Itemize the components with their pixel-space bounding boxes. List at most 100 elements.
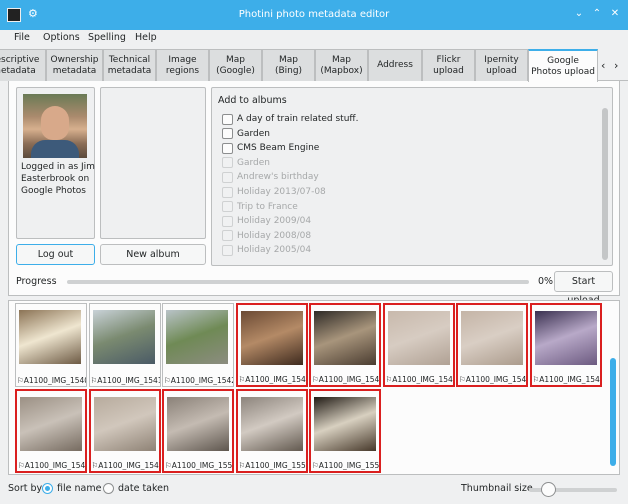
close-icon[interactable]: ✕ bbox=[607, 6, 623, 22]
thumbnail-image bbox=[20, 397, 82, 451]
thumbnail-caption: ⚐A1100_IMG_1542 bbox=[164, 376, 233, 385]
thumbnail-area: ⚐A1100_IMG_1540 ⚐A1100_IMG_1541 ⚐A1100_IMG… bbox=[8, 300, 620, 475]
album-label: A day of train related stuff. bbox=[237, 114, 359, 124]
tab-technical-metadata[interactable]: Technical metadata bbox=[103, 49, 156, 81]
tab-image-regions[interactable]: Image regions bbox=[156, 49, 209, 81]
album-label: Garden bbox=[237, 157, 270, 168]
album-info-box bbox=[100, 87, 206, 239]
sort-date-taken-label[interactable]: date taken bbox=[118, 483, 169, 494]
flag-icon: ⚐ bbox=[17, 376, 24, 385]
thumbnail-caption: ⚐A1100_IMG_1545 bbox=[385, 375, 453, 384]
albums-scrollbar[interactable] bbox=[602, 108, 608, 260]
thumbnail[interactable]: ⚐A1100_IMG_1551 bbox=[235, 389, 308, 473]
tab-map-mapbox[interactable]: Map (Mapbox) bbox=[315, 49, 368, 81]
thumbnail-image bbox=[167, 397, 229, 451]
chevron-down-icon[interactable]: ⌄ bbox=[571, 6, 587, 22]
title-bar: ⚙ Photini photo metadata editor ⌄ ⌃ ✕ bbox=[0, 0, 628, 30]
album-checkbox[interactable] bbox=[222, 128, 233, 140]
album-checkbox bbox=[222, 171, 233, 183]
tab-address[interactable]: Address bbox=[368, 49, 422, 81]
thumbnail-image bbox=[92, 310, 155, 364]
album-checkbox bbox=[222, 215, 233, 227]
thumbnail[interactable]: ⚐A1100_IMG_1544 bbox=[309, 303, 381, 387]
album-checkbox bbox=[222, 201, 233, 213]
album-label: Holiday 2008/08 bbox=[237, 230, 312, 241]
thumbnail[interactable]: ⚐A1100_IMG_1543 bbox=[235, 303, 308, 387]
album-item: Garden bbox=[222, 156, 270, 170]
sort-file-name-label[interactable]: file name bbox=[57, 483, 101, 494]
album-checkbox[interactable] bbox=[222, 142, 233, 154]
flag-icon: ⚐ bbox=[312, 375, 319, 384]
tab-map-bing[interactable]: Map (Bing) bbox=[262, 49, 315, 81]
tab-descriptive-metadata[interactable]: Descriptive metadata bbox=[0, 49, 46, 81]
new-album-button[interactable]: New album bbox=[100, 244, 206, 265]
tab-ipernity-upload[interactable]: Ipernity upload bbox=[475, 49, 528, 81]
tab-google-photos-upload[interactable]: Google Photos upload bbox=[528, 49, 598, 82]
album-label: Garden bbox=[237, 128, 270, 139]
thumbnail[interactable]: ⚐A1100_IMG_1541 bbox=[88, 303, 161, 387]
album-label: Holiday 2013/07-08 bbox=[237, 187, 326, 197]
thumbnail-image bbox=[314, 311, 376, 365]
thumbnail-scrollbar[interactable] bbox=[610, 358, 616, 466]
flag-icon: ⚐ bbox=[312, 461, 319, 470]
log-out-button[interactable]: Log out bbox=[16, 244, 95, 265]
album-checkbox bbox=[222, 186, 233, 198]
thumbnail-caption: ⚐A1100_IMG_1546 bbox=[459, 375, 526, 384]
thumbnail-caption: ⚐A1100_IMG_1543 bbox=[238, 375, 306, 384]
thumbnail-caption: ⚐A1100_IMG_1541 bbox=[90, 376, 160, 385]
album-checkbox bbox=[222, 157, 233, 169]
menu-bar: File Options Spelling Help bbox=[0, 30, 628, 47]
tab-ownership-metadata[interactable]: Ownership metadata bbox=[46, 49, 103, 81]
thumbnail[interactable]: ⚐A1100_IMG_1548 bbox=[15, 389, 87, 473]
thumbnail[interactable]: ⚐A1100_IMG_1550 bbox=[162, 389, 234, 473]
thumbnail-image bbox=[387, 311, 450, 365]
thumbnail[interactable]: ⚐A1100_IMG_1545 bbox=[382, 303, 455, 387]
tab-map-google[interactable]: Map (Google) bbox=[209, 49, 262, 81]
thumbnail[interactable]: ⚐A1100_IMG_1549 bbox=[88, 389, 161, 473]
album-item: Holiday 2009/04 bbox=[222, 214, 311, 228]
thumbnail-caption: ⚐A1100_IMG_1552 bbox=[312, 461, 379, 470]
sort-file-name-radio[interactable] bbox=[42, 483, 53, 494]
thumbnail-caption: ⚐A1100_IMG_1551 bbox=[238, 461, 306, 470]
progress-bar bbox=[67, 280, 529, 284]
account-box: Logged in as Jim Easterbrook on Google P… bbox=[16, 87, 95, 239]
album-item: Holiday 2013/07-08 bbox=[222, 185, 326, 199]
flag-icon: ⚐ bbox=[18, 461, 25, 470]
start-upload-button[interactable]: Start upload bbox=[554, 271, 613, 306]
chevron-up-icon[interactable]: ⌃ bbox=[589, 6, 605, 22]
album-item: Trip to France bbox=[222, 200, 298, 214]
thumbnail-size-handle[interactable] bbox=[541, 482, 556, 497]
thumbnail[interactable]: ⚐A1100_IMG_1552 bbox=[309, 389, 381, 473]
login-status: Logged in as Jim Easterbrook on Google P… bbox=[21, 162, 95, 196]
album-item[interactable]: Garden bbox=[222, 127, 270, 141]
chevron-left-icon[interactable]: ‹ bbox=[601, 59, 605, 72]
menu-file[interactable]: File bbox=[14, 32, 30, 43]
thumbnail-image bbox=[461, 311, 523, 365]
thumbnail-caption: ⚐A1100_IMG_1547 bbox=[532, 375, 600, 384]
progress-percent: 0% bbox=[538, 276, 554, 287]
thumbnail[interactable]: ⚐A1100_IMG_1547 bbox=[529, 303, 602, 387]
flag-icon: ⚐ bbox=[459, 375, 466, 384]
thumbnail[interactable]: ⚐A1100_IMG_1546 bbox=[456, 303, 528, 387]
tab-flickr-upload[interactable]: Flickr upload bbox=[422, 49, 475, 81]
chevron-right-icon[interactable]: › bbox=[614, 59, 618, 72]
thumbnail-image bbox=[314, 397, 376, 451]
sort-label: Sort by bbox=[8, 483, 43, 494]
google-photos-panel: Logged in as Jim Easterbrook on Google P… bbox=[8, 81, 620, 306]
menu-spelling[interactable]: Spelling bbox=[88, 32, 126, 43]
thumbnail-image bbox=[166, 310, 228, 364]
thumbnail-size-label: Thumbnail size bbox=[461, 483, 533, 494]
albums-title: Add to albums bbox=[218, 95, 287, 106]
album-item: Holiday 2008/08 bbox=[222, 229, 311, 243]
album-checkbox[interactable] bbox=[222, 113, 233, 125]
menu-options[interactable]: Options bbox=[43, 32, 80, 43]
sort-date-taken-radio[interactable] bbox=[103, 483, 114, 494]
thumbnail[interactable]: ⚐A1100_IMG_1542 bbox=[162, 303, 234, 387]
album-label: Holiday 2009/04 bbox=[237, 216, 312, 227]
album-item: Andrew's birthday bbox=[222, 170, 319, 184]
tab-bar: Descriptive metadata Ownership metadata … bbox=[0, 47, 628, 82]
album-item[interactable]: CMS Beam Engine bbox=[222, 141, 319, 155]
thumbnail[interactable]: ⚐A1100_IMG_1540 bbox=[15, 303, 87, 387]
album-item[interactable]: A day of train related stuff. bbox=[222, 112, 358, 126]
menu-help[interactable]: Help bbox=[135, 32, 157, 43]
